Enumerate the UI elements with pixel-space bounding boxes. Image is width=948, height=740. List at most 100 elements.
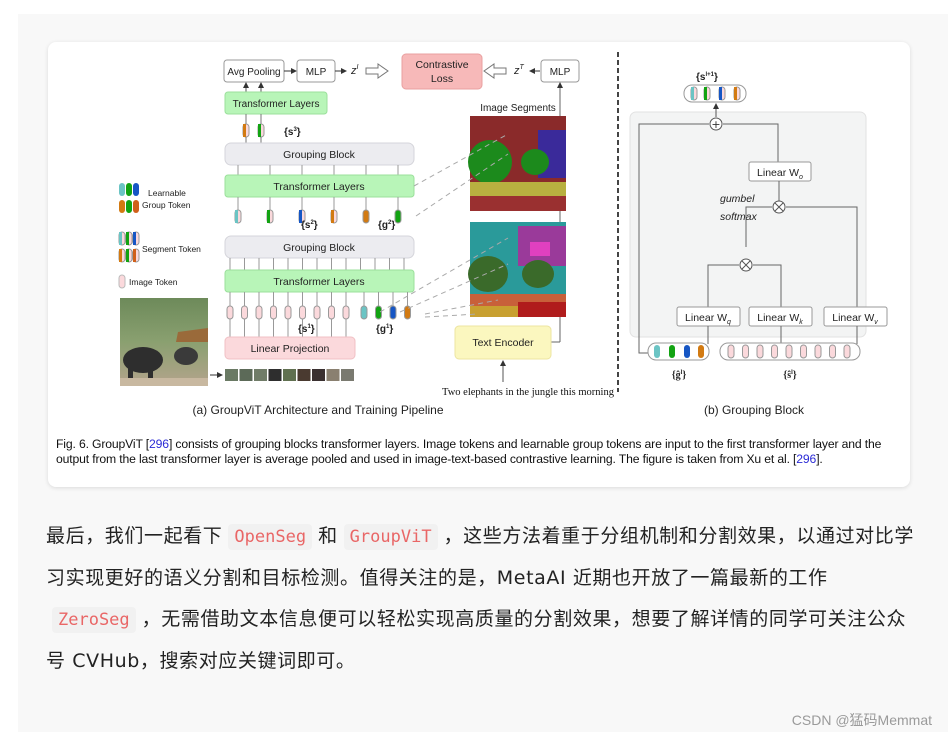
grouping-block-2: Grouping Block [224, 142, 415, 166]
token [843, 344, 851, 359]
inline-code-groupvit: GroupViT [343, 524, 438, 550]
token [742, 344, 749, 359]
input-image [120, 298, 208, 386]
text: ，无需借助文本信息便可以轻松实现高质量的分割效果，想要了解详情的同学可关注公众号… [46, 608, 907, 672]
transformer-layers-2: Transformer Layers [224, 174, 415, 198]
arrow-left-icon [483, 63, 507, 79]
image-patch [312, 369, 325, 381]
svg-text:Learnable: Learnable [148, 188, 186, 198]
output-segment-label: {sl+1} [696, 72, 718, 83]
text: 最后，我们一起看下 [46, 525, 223, 547]
grouping-block-panel [629, 111, 867, 338]
svg-text:Segment Token: Segment Token [142, 244, 201, 254]
article-body: Avg Pooling MLP zI Contrastive Loss zT M… [18, 14, 948, 732]
token [756, 344, 764, 359]
segment-tokens-input [719, 342, 861, 361]
group-tokens-input [647, 342, 710, 361]
svg-text:Group Token: Group Token [142, 200, 191, 210]
subcaption-a: (a) GroupViT Architecture and Training P… [192, 403, 443, 417]
token [394, 209, 402, 224]
image-patches [225, 369, 354, 381]
svg-text:Linear Wo: Linear Wo [757, 167, 803, 181]
image-patch [254, 369, 267, 381]
image-patch [326, 369, 340, 381]
image-patch [283, 369, 296, 381]
text-input-sentence: Two elephants in the jungle this morning [442, 387, 615, 398]
text-encoder-box: Text Encoder [454, 325, 552, 360]
svg-text:Image Token: Image Token [129, 277, 178, 287]
token [814, 344, 822, 359]
s2-label: {s2} [301, 220, 318, 231]
token [299, 305, 306, 320]
token [389, 305, 397, 320]
linear-wk-box: Linear Wk [748, 306, 813, 327]
s-hat-label: {ŝl} [783, 370, 797, 381]
legend: Learnable Group Token Segment Token Imag… [118, 183, 201, 289]
subcaption-b: (b) Grouping Block [704, 403, 805, 417]
svg-text:Linear Projection: Linear Projection [251, 343, 330, 355]
linear-wo-box: Linear Wo [748, 161, 812, 182]
token-stripe [331, 210, 334, 223]
gumbel-label: gumbel [720, 193, 755, 205]
token-stripe [126, 232, 129, 245]
svg-text:Linear Wv: Linear Wv [832, 312, 878, 326]
token [328, 305, 335, 320]
linear-wq-box: Linear Wq [676, 306, 741, 327]
svg-text:Linear Wk: Linear Wk [757, 312, 803, 326]
token-stripe [119, 232, 122, 245]
image-patch [225, 369, 238, 381]
token [360, 305, 368, 320]
avg-pooling-box: Avg Pooling [223, 59, 285, 83]
csdn-watermark: CSDN @猛码Memmat [791, 712, 932, 728]
inline-code-zeroseg: ZeroSeg [52, 607, 136, 633]
svg-text:Transformer Layers: Transformer Layers [233, 99, 320, 110]
svg-text:Contrastive: Contrastive [415, 59, 468, 71]
segment-map-2 [468, 116, 566, 211]
token-stripe [267, 210, 270, 223]
token-stripe [126, 249, 129, 262]
token [241, 305, 248, 320]
token [255, 305, 263, 320]
svg-text:Avg Pooling: Avg Pooling [227, 67, 280, 78]
image-patch [268, 369, 282, 381]
token [270, 305, 277, 320]
z-text-label: zT [513, 64, 525, 77]
caption-text: Fig. 6. GroupViT [ [56, 437, 150, 451]
token [362, 209, 370, 224]
grouping-block-1: Grouping Block [224, 235, 415, 259]
svg-text:Grouping Block: Grouping Block [283, 242, 356, 254]
image-patch [297, 369, 311, 381]
arrow-right-icon [365, 63, 389, 79]
citation-link[interactable]: 296 [796, 452, 816, 466]
token [375, 305, 382, 320]
transformer-layers-3: Transformer Layers [224, 91, 328, 115]
contrastive-loss-box: Contrastive Loss [401, 53, 483, 90]
caption-text: ] consists of grouping blocks transforme… [56, 437, 882, 466]
s1-label: {s1} [298, 324, 315, 335]
token [785, 344, 793, 359]
body-paragraph: 最后，我们一起看下 OpenSeg 和 GroupViT ，这些方法着重于分组机制和分割… [46, 516, 916, 682]
token [226, 305, 234, 320]
tokens-level-2 [234, 197, 402, 224]
token [727, 344, 735, 359]
token [829, 344, 836, 359]
svg-text:MLP: MLP [306, 67, 327, 78]
softmax-label: softmax [720, 211, 758, 223]
svg-text:Transformer Layers: Transformer Layers [273, 276, 364, 288]
mlp-image-box: MLP [296, 59, 336, 83]
svg-text:Grouping Block: Grouping Block [283, 149, 356, 161]
citation-link[interactable]: 296 [149, 437, 169, 451]
token-stripe [235, 210, 238, 223]
image-patch [239, 369, 253, 381]
output-segment-tokens [683, 84, 747, 103]
s3-label: {s3} [284, 127, 301, 138]
svg-text:Loss: Loss [431, 73, 453, 85]
groupvit-diagram: Avg Pooling MLP zI Contrastive Loss zT M… [118, 52, 888, 417]
g-hat-label: {ĝl} [672, 370, 687, 381]
svg-text:MLP: MLP [550, 67, 571, 78]
token [800, 344, 807, 359]
token-stripe [119, 249, 122, 262]
linear-projection-box: Linear Projection [224, 336, 356, 360]
svg-text:Linear Wq: Linear Wq [685, 312, 731, 326]
token [313, 305, 321, 320]
